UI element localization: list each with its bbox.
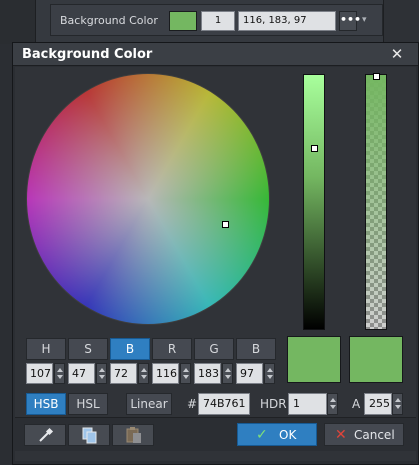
more-options-button[interactable]: ••• [339,11,361,31]
property-color-swatch[interactable] [169,11,197,31]
dialog-button-bar: ✓ OK ✕ Cancel [15,417,416,451]
hdr-stepper[interactable] [327,393,338,415]
close-button[interactable]: ✕ [386,45,408,64]
up-arrow-icon[interactable] [183,368,189,372]
property-rgb-field[interactable]: 116, 183, 97 [238,11,336,31]
hsl-mode-button[interactable]: HSL [68,393,108,415]
down-arrow-icon[interactable] [141,375,147,379]
up-arrow-icon[interactable] [141,368,147,372]
dialog-titlebar[interactable]: Background Color ✕ [13,43,418,66]
saturation-stepper[interactable] [96,363,107,384]
background-color-property-row: Background Color 1 116, 183, 97 ••• ▾ [50,4,383,36]
copy-color-button[interactable] [68,424,110,446]
alpha-field[interactable]: 255 [364,393,392,415]
dialog-title: Background Color [22,47,153,62]
cancel-button[interactable]: ✕ Cancel [324,423,404,446]
brightness-slider-handle[interactable] [311,145,318,152]
channel-tab-h[interactable]: H [26,338,66,360]
down-arrow-icon[interactable] [57,375,63,379]
hsb-mode-button[interactable]: HSB [26,393,66,415]
up-arrow-icon[interactable] [267,368,273,372]
red-stepper[interactable] [180,363,191,384]
property-number-field[interactable]: 1 [201,11,235,31]
picker-panel: H S B R G B 107 47 72 116 183 97 HSB HSL… [15,67,416,461]
cancel-x-icon: ✕ [335,427,347,443]
hex-label: # [187,397,198,411]
alpha-slider-handle[interactable] [373,73,380,80]
color-picker-dialog: Background Color ✕ H S B R G B 107 47 72… [12,42,419,465]
down-arrow-icon[interactable] [395,405,401,409]
chevron-down-icon[interactable]: ▾ [362,15,367,25]
up-arrow-icon[interactable] [330,398,336,402]
channel-tab-s[interactable]: S [68,338,108,360]
up-arrow-icon[interactable] [225,368,231,372]
up-arrow-icon[interactable] [99,368,105,372]
hdr-label: HDR [260,397,287,411]
hex-field[interactable]: 74B761 [198,393,250,415]
channel-tab-r[interactable]: R [152,338,192,360]
green-stepper[interactable] [222,363,233,384]
channel-tab-b[interactable]: B [110,338,150,360]
wheel-picker-marker[interactable] [222,221,229,228]
current-color-swatch [287,336,341,383]
property-label: Background Color [60,14,158,27]
ok-button[interactable]: ✓ OK [237,423,317,446]
paste-color-button[interactable] [112,424,154,446]
copy-icon [82,427,97,444]
checkmark-icon: ✓ [256,427,268,443]
color-wheel[interactable] [26,73,270,325]
alpha-label: A [352,397,361,411]
red-field[interactable]: 116 [152,363,179,384]
hue-stepper[interactable] [54,363,65,384]
blue-stepper[interactable] [264,363,275,384]
blue-field[interactable]: 97 [236,363,263,384]
up-arrow-icon[interactable] [395,398,401,402]
eyedropper-icon [39,427,54,442]
down-arrow-icon[interactable] [183,375,189,379]
cancel-button-label: Cancel [354,428,395,442]
saturation-field[interactable]: 47 [68,363,95,384]
linear-toggle-button[interactable]: Linear [126,393,172,415]
channel-tab-blue[interactable]: B [236,338,276,360]
eyedropper-button[interactable] [24,424,66,446]
hue-field[interactable]: 107 [26,363,53,384]
brightness-stepper[interactable] [138,363,149,384]
down-arrow-icon[interactable] [330,405,336,409]
property-panel: Background Color 1 116, 183, 97 ••• ▾ [0,0,419,44]
paste-icon [126,427,141,443]
up-arrow-icon[interactable] [57,368,63,372]
channel-tab-g[interactable]: G [194,338,234,360]
down-arrow-icon[interactable] [267,375,273,379]
down-arrow-icon[interactable] [99,375,105,379]
brightness-field[interactable]: 72 [110,363,137,384]
ok-button-label: OK [279,428,297,442]
brightness-slider[interactable] [303,74,325,330]
hdr-field[interactable]: 1 [288,393,327,415]
down-arrow-icon[interactable] [225,375,231,379]
right-panel-edge [383,0,419,44]
close-icon: ✕ [390,45,404,63]
brightness-overlay [26,73,270,325]
left-panel-edge [0,0,36,44]
previous-color-swatch[interactable] [349,336,403,383]
green-field[interactable]: 183 [194,363,221,384]
alpha-gradient [366,75,386,329]
alpha-slider[interactable] [365,73,387,330]
alpha-stepper[interactable] [392,393,403,415]
